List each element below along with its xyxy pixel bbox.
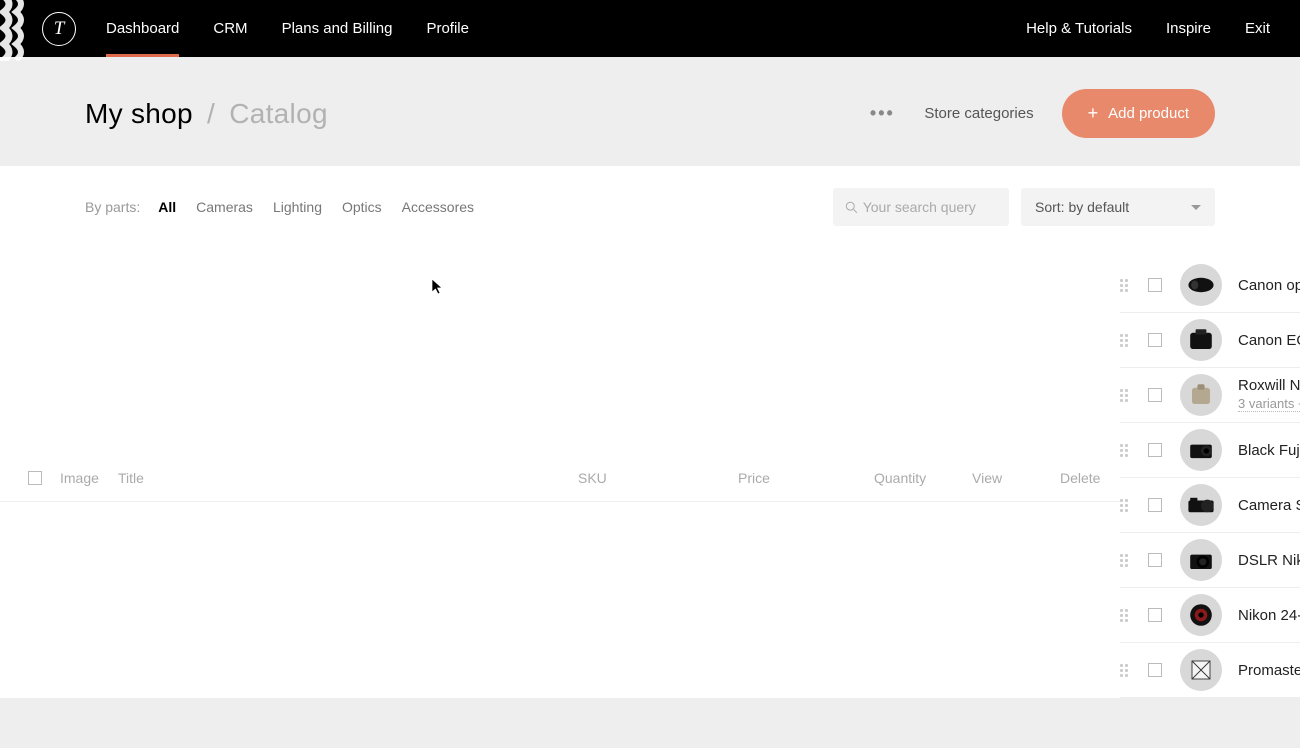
row-checkbox[interactable] <box>1148 663 1162 677</box>
th-sku: SKU <box>578 470 738 486</box>
page-header: My shop / Catalog ••• Store categories +… <box>0 57 1300 166</box>
nav-item-profile[interactable]: Profile <box>426 0 469 57</box>
top-nav: T Dashboard CRM Plans and Billing Profile H… <box>0 0 1300 57</box>
part-filters: All Cameras Lighting Optics Accessores <box>158 199 474 215</box>
th-delete: Delete <box>1060 470 1120 486</box>
product-thumbnail[interactable] <box>1180 264 1222 306</box>
th-image: Image <box>60 470 118 486</box>
filter-all[interactable]: All <box>158 199 176 215</box>
table-row[interactable]: Canon EOS 550D0102030580040 <box>1120 313 1300 368</box>
add-product-button[interactable]: + Add product <box>1062 89 1215 138</box>
product-title[interactable]: Black Fujifilm Dslr Camera <box>1238 442 1300 459</box>
product-title[interactable]: Roxwill NEO-10 Case <box>1238 377 1300 394</box>
search-box[interactable] <box>833 188 1009 226</box>
row-checkbox[interactable] <box>1148 388 1162 402</box>
product-thumbnail[interactable] <box>1180 374 1222 416</box>
drag-handle-icon[interactable] <box>1120 389 1132 402</box>
drag-handle-icon[interactable] <box>1120 279 1132 292</box>
product-thumbnail[interactable] <box>1180 649 1222 691</box>
row-checkbox[interactable] <box>1148 498 1162 512</box>
nav-right: Help & Tutorials Inspire Exit <box>1026 20 1300 37</box>
drag-handle-icon[interactable] <box>1120 609 1132 622</box>
nav-item-crm[interactable]: CRM <box>213 0 247 57</box>
nav-main: Dashboard CRM Plans and Billing Profile <box>106 0 469 57</box>
drag-handle-icon[interactable] <box>1120 444 1132 457</box>
content-area: By parts: All Cameras Lighting Optics Access… <box>0 166 1300 698</box>
row-checkbox[interactable] <box>1148 443 1162 457</box>
table-row[interactable]: Promaster 36X48" Universal Softbox654323… <box>1120 643 1300 698</box>
product-title[interactable]: Canon optics <box>1238 277 1300 294</box>
filter-right: Sort: by default <box>833 188 1215 226</box>
product-title[interactable]: DSLR Nikon D7500 <box>1238 552 1300 569</box>
product-title[interactable]: Canon EOS 550D <box>1238 332 1300 349</box>
breadcrumb-current: Catalog <box>229 98 328 129</box>
filter-lighting[interactable]: Lighting <box>273 199 322 215</box>
nav-item-inspire[interactable]: Inspire <box>1166 20 1211 37</box>
drag-handle-icon[interactable] <box>1120 664 1132 677</box>
row-checkbox[interactable] <box>1148 333 1162 347</box>
select-all-checkbox[interactable] <box>28 471 42 485</box>
filter-optics[interactable]: Optics <box>342 199 382 215</box>
breadcrumb-root[interactable]: My shop <box>85 98 193 129</box>
product-title[interactable]: Camera Sony α <box>1238 497 1300 514</box>
byparts-label: By parts: <box>85 199 140 215</box>
product-title[interactable]: Promaster 36X48" Universal Softbox <box>1238 662 1300 679</box>
product-thumbnail[interactable] <box>1180 539 1222 581</box>
decorative-wave <box>0 0 32 61</box>
table-row[interactable]: Canon optics0102030402240112 <box>1120 258 1300 313</box>
drag-handle-icon[interactable] <box>1120 334 1132 347</box>
filter-accessores[interactable]: Accessores <box>402 199 474 215</box>
logo[interactable]: T <box>42 12 76 46</box>
product-thumbnail[interactable] <box>1180 429 1222 471</box>
th-title: Title <box>118 470 578 486</box>
filter-cameras[interactable]: Cameras <box>196 199 253 215</box>
table-row[interactable]: Roxwill NEO-10 Case3 variants +75186 <box>1120 368 1300 423</box>
product-thumbnail[interactable] <box>1180 484 1222 526</box>
product-title[interactable]: Nikon 24-50mm Lens <box>1238 607 1300 624</box>
th-quantity: Quantity <box>874 470 972 486</box>
breadcrumb: My shop / Catalog <box>85 98 328 130</box>
th-price: Price <box>738 470 874 486</box>
add-product-label: Add product <box>1108 105 1189 122</box>
drag-handle-icon[interactable] <box>1120 554 1132 567</box>
table-header-row: Image Title SKU Price Quantity View Dele… <box>0 454 1120 502</box>
sort-label: Sort: by default <box>1035 199 1129 215</box>
breadcrumb-sep: / <box>207 98 215 129</box>
sort-select[interactable]: Sort: by default <box>1021 188 1215 226</box>
store-categories-link[interactable]: Store categories <box>924 105 1033 122</box>
nav-item-help-tutorials[interactable]: Help & Tutorials <box>1026 20 1132 37</box>
nav-item-dashboard[interactable]: Dashboard <box>106 0 179 57</box>
search-icon <box>845 200 858 215</box>
search-input[interactable] <box>863 199 997 215</box>
th-view: View <box>972 470 1060 486</box>
row-checkbox[interactable] <box>1148 278 1162 292</box>
chevron-down-icon <box>1191 205 1201 210</box>
nav-item-exit[interactable]: Exit <box>1245 20 1270 37</box>
drag-handle-icon[interactable] <box>1120 499 1132 512</box>
table-row[interactable]: Nikon 24-50mm Lens65432189800∞ <box>1120 588 1300 643</box>
table-row[interactable]: Black Fujifilm Dslr Camera01020306120025 <box>1120 423 1300 478</box>
product-variants-link[interactable]: 3 variants + <box>1238 396 1300 412</box>
product-thumbnail[interactable] <box>1180 319 1222 361</box>
more-menu-button[interactable]: ••• <box>868 100 896 128</box>
table-row[interactable]: Camera Sony α77885320130015 <box>1120 478 1300 533</box>
row-checkbox[interactable] <box>1148 553 1162 567</box>
plus-icon: + <box>1088 103 1099 124</box>
row-checkbox[interactable] <box>1148 608 1162 622</box>
filter-row: By parts: All Cameras Lighting Optics Access… <box>85 166 1215 234</box>
product-table: Image Title SKU Price Quantity View Dele… <box>0 258 1300 698</box>
header-actions: ••• Store categories + Add product <box>868 89 1215 138</box>
nav-item-plans-and-billing[interactable]: Plans and Billing <box>282 0 393 57</box>
product-thumbnail[interactable] <box>1180 594 1222 636</box>
logo-letter: T <box>54 18 65 40</box>
table-row[interactable]: DSLR Nikon D75004566872311002 <box>1120 533 1300 588</box>
